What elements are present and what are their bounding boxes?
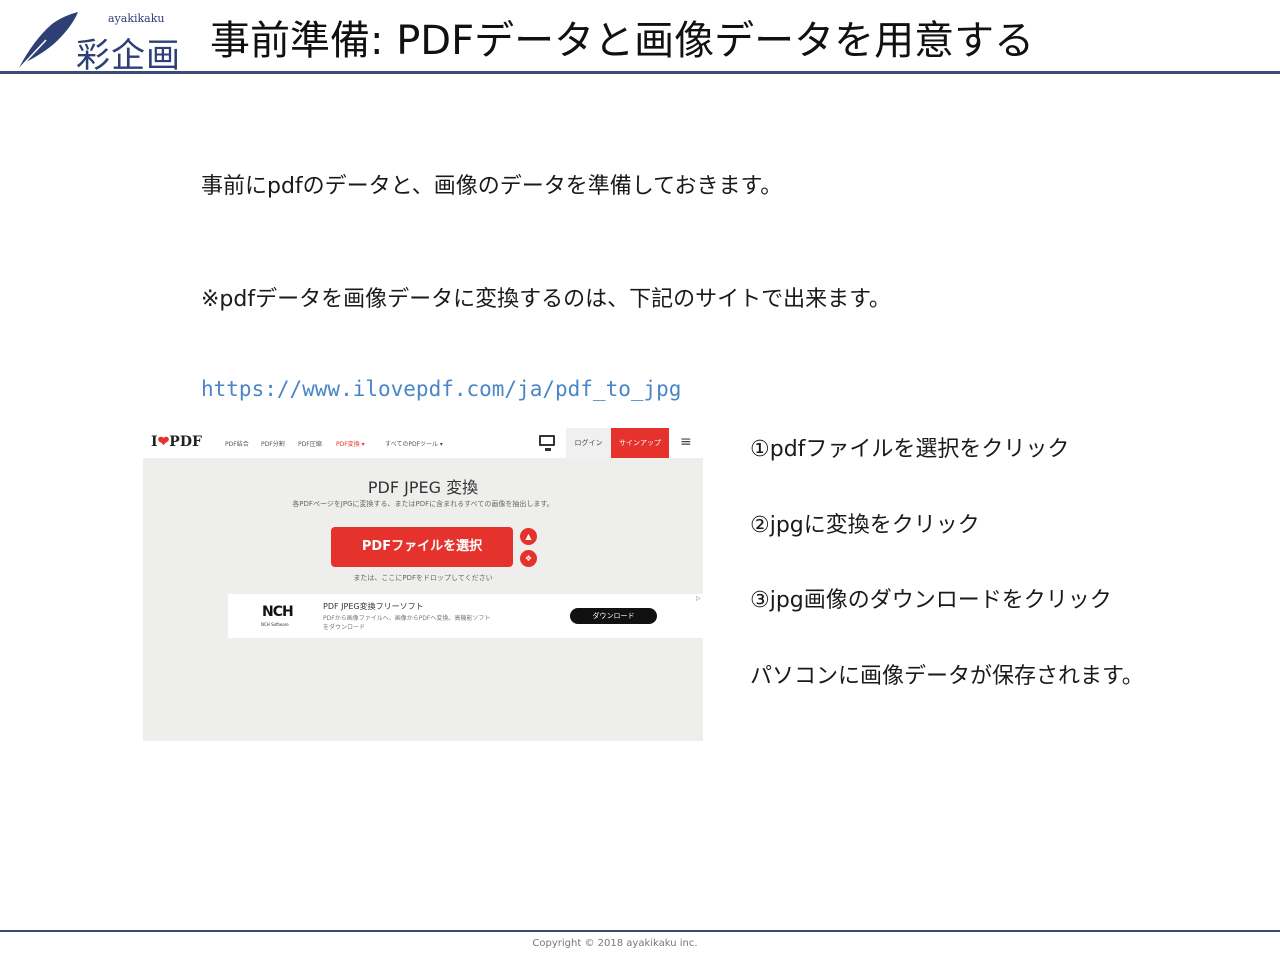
logo-subtitle: ayakikaku	[108, 12, 165, 25]
company-logo: ayakikaku 彩企画	[12, 8, 187, 76]
heart-icon: ❤	[157, 434, 170, 450]
ad-title: PDF JPEG変換フリーソフト	[323, 602, 424, 611]
step-result: パソコンに画像データが保存されます。	[750, 664, 1144, 689]
ilovepdf-logo: I❤PDF	[151, 434, 202, 450]
ilovepdf-link[interactable]: https://www.ilovepdf.com/ja/pdf_to_jpg	[201, 377, 681, 401]
ad-info-icon[interactable]: ▷	[696, 595, 701, 602]
signup-button[interactable]: サインアップ	[611, 428, 669, 458]
menu-compress[interactable]: PDF圧縮	[298, 439, 322, 448]
google-drive-icon[interactable]: ▲	[520, 528, 537, 545]
note-paragraph: ※pdfデータを画像データに変換するのは、下記のサイトで出来ます。	[201, 287, 891, 312]
ad-text: PDFから画像ファイルへ、画像からPDFへ変換。高機能ソフトをダウンロード	[323, 615, 491, 631]
brand-pdf: PDF	[169, 434, 202, 450]
nch-logo: NCH	[262, 604, 294, 620]
step-2: ②jpgに変換をクリック	[750, 513, 980, 538]
footer-divider	[0, 930, 1280, 932]
copyright: Copyright © 2018 ayakikaku inc.	[532, 938, 698, 949]
login-button[interactable]: ログイン	[566, 428, 611, 458]
ad-banner[interactable]: NCH NCH Software PDF JPEG変換フリーソフト PDFから画…	[228, 594, 703, 638]
step-3: ③jpg画像のダウンロードをクリック	[750, 588, 1112, 613]
screenshot-navbar: I❤PDF PDF結合 PDF分割 PDF圧縮 PDF変換 ▾ すべてのPDFツ…	[143, 428, 703, 458]
ad-download-button[interactable]: ダウンロード	[570, 608, 657, 624]
menu-all-tools[interactable]: すべてのPDFツール ▾	[385, 439, 443, 448]
intro-paragraph: 事前にpdfのデータと、画像のデータを準備しておきます。	[201, 174, 783, 199]
nch-logo-sub: NCH Software	[261, 622, 289, 627]
logo-name: 彩企画	[76, 36, 181, 76]
select-pdf-button[interactable]: PDFファイルを選択	[331, 527, 513, 567]
hamburger-menu-icon[interactable]: ≡	[680, 435, 692, 449]
drop-hint: または、ここにPDFをドロップしてください	[353, 574, 493, 582]
menu-merge[interactable]: PDF結合	[225, 439, 249, 448]
header-divider	[0, 71, 1280, 74]
feather-icon	[15, 12, 78, 73]
menu-convert[interactable]: PDF変換 ▾	[336, 439, 365, 448]
ilovepdf-screenshot: I❤PDF PDF結合 PDF分割 PDF圧縮 PDF変換 ▾ すべてのPDFツ…	[143, 428, 703, 741]
menu-split[interactable]: PDF分割	[261, 439, 285, 448]
tool-heading: PDF JPEG 変換	[367, 478, 479, 497]
page-title: 事前準備: PDFデータと画像データを用意する	[210, 18, 1035, 64]
desktop-icon[interactable]	[539, 435, 555, 451]
dropbox-icon[interactable]: ❖	[520, 550, 537, 567]
tool-description: 各PDFページをJPGに変換する、またはPDFに含まれるすべての画像を抽出します…	[292, 500, 554, 508]
step-1: ①pdfファイルを選択をクリック	[750, 437, 1070, 462]
